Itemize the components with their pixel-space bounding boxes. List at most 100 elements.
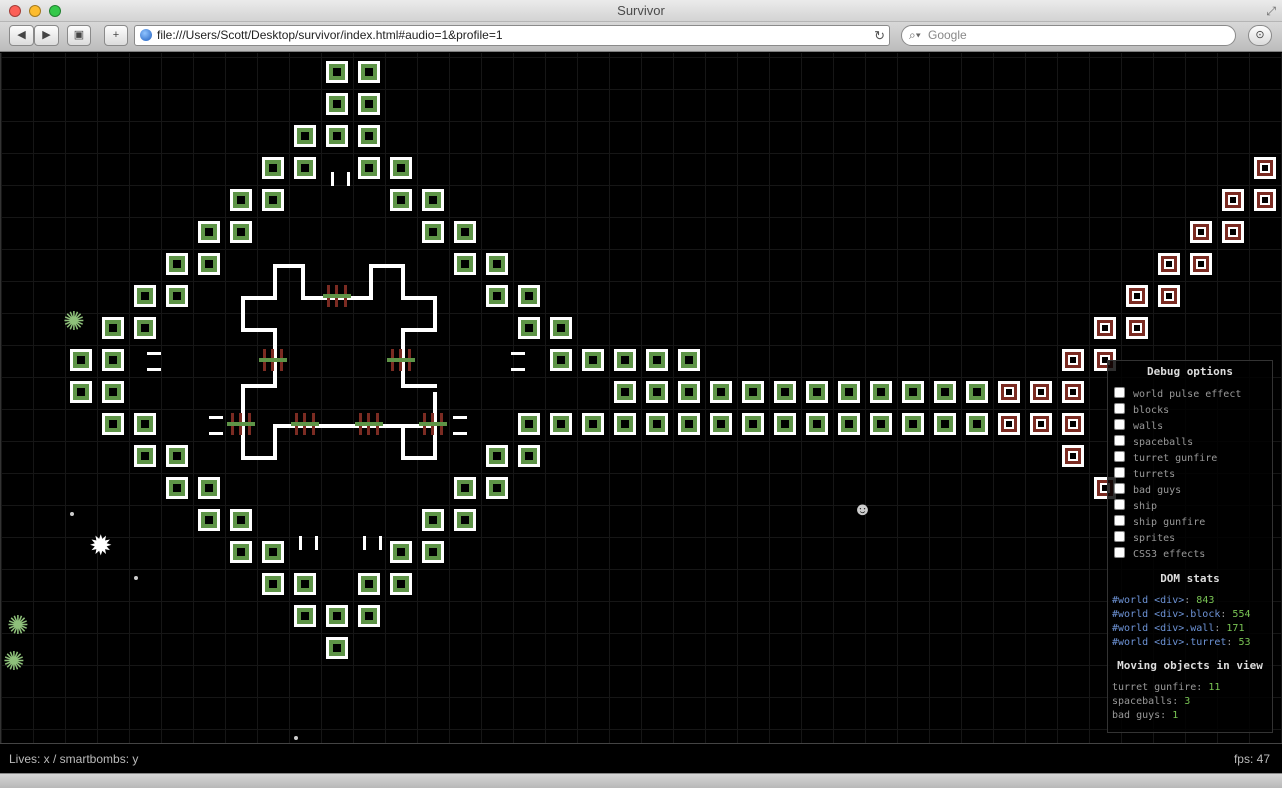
address-bar[interactable]: file:///Users/Scott/Desktop/survivor/ind… (134, 25, 890, 46)
dom-stat-row: #world <div>.block: 554 (1112, 609, 1251, 620)
checkbox[interactable] (1114, 387, 1125, 398)
checkbox[interactable] (1114, 403, 1125, 414)
debug-options-title: Debug options (1146, 365, 1234, 378)
red-block (1190, 221, 1212, 243)
red-block (998, 381, 1020, 403)
dom-stat-selector: #world <div>.turret (1112, 637, 1227, 648)
green-block (358, 61, 380, 83)
wall-segment (241, 384, 277, 388)
wall-segment (331, 172, 334, 186)
lives-text: Lives: x / smartbombs: y (9, 752, 139, 766)
green-block (102, 317, 124, 339)
green-block (678, 413, 700, 435)
wall-segment (147, 352, 161, 355)
green-block (614, 381, 636, 403)
dom-stat-row: #world <div>: 843 (1112, 595, 1215, 606)
checkbox[interactable] (1114, 435, 1125, 446)
wall-segment (401, 456, 437, 460)
checkbox[interactable] (1114, 467, 1125, 478)
green-block (358, 605, 380, 627)
fps-counter: fps: 47 (1233, 752, 1270, 766)
green-block (486, 445, 508, 467)
debug-option-label: world pulse effect (1133, 389, 1242, 400)
checkbox[interactable] (1114, 499, 1125, 510)
debug-option-blocks[interactable]: blocks (1114, 403, 1169, 417)
green-block (646, 381, 668, 403)
checkbox[interactable] (1114, 419, 1125, 430)
green-block (326, 637, 348, 659)
checkbox[interactable] (1114, 451, 1125, 462)
debug-option-ship[interactable]: ship (1114, 499, 1157, 513)
green-block (966, 413, 988, 435)
dom-stat-row: #world <div>.wall: 171 (1112, 623, 1245, 634)
game-world[interactable]: ✺ ✺ ✺ ✹ ☻ (0, 53, 1282, 743)
moving-object-row: spaceballs: 3 (1112, 696, 1190, 707)
back-button[interactable]: ◀ (9, 25, 34, 46)
debug-option-world-pulse-effect[interactable]: world pulse effect (1114, 387, 1241, 401)
wall-segment (433, 296, 437, 332)
green-block (646, 349, 668, 371)
green-block (454, 253, 476, 275)
search-field[interactable]: ⌕▾ Google (901, 25, 1236, 46)
green-block (838, 413, 860, 435)
green-block (902, 413, 924, 435)
forward-button[interactable]: ▶ (34, 25, 59, 46)
checkbox[interactable] (1114, 483, 1125, 494)
debug-option-label: blocks (1133, 405, 1170, 416)
green-block (390, 541, 412, 563)
bullet-dot (70, 512, 74, 516)
green-block (518, 413, 540, 435)
green-block (870, 413, 892, 435)
wall-segment (315, 536, 318, 550)
red-block (1158, 285, 1180, 307)
url-text: file:///Users/Scott/Desktop/survivor/ind… (157, 28, 503, 42)
dom-stat-value: 53 (1238, 637, 1251, 648)
globe-icon (140, 29, 152, 41)
dom-stat-value: 171 (1226, 623, 1245, 634)
debug-option-turrets[interactable]: turrets (1114, 467, 1175, 481)
dom-stats-title: DOM stats (1160, 572, 1220, 585)
wall-segment (209, 416, 223, 419)
turret-icon (419, 413, 447, 435)
reload-icon[interactable]: ↻ (874, 26, 885, 45)
red-block (1126, 285, 1148, 307)
new-tab-button[interactable]: + (104, 25, 128, 46)
green-block (358, 573, 380, 595)
moving-object-count: 11 (1208, 682, 1221, 693)
green-block (326, 125, 348, 147)
green-block (486, 253, 508, 275)
turret-icon (259, 349, 287, 371)
red-block (1158, 253, 1180, 275)
wall-segment (241, 296, 245, 332)
green-block (550, 349, 572, 371)
green-block (358, 125, 380, 147)
red-block (1062, 381, 1084, 403)
debug-option-css3-effects[interactable]: CSS3 effects (1114, 547, 1205, 561)
green-block (294, 573, 316, 595)
debug-option-ship-gunfire[interactable]: ship gunfire (1114, 515, 1205, 529)
debug-option-sprites[interactable]: sprites (1114, 531, 1175, 545)
debug-option-bad-guys[interactable]: bad guys (1114, 483, 1181, 497)
wall-segment (401, 328, 437, 332)
sidebar-button[interactable]: ▣ (67, 25, 91, 46)
wall-segment (273, 424, 277, 460)
debug-option-label: walls (1133, 421, 1164, 432)
green-block (646, 413, 668, 435)
green-block (102, 349, 124, 371)
green-block (134, 445, 156, 467)
green-block (422, 221, 444, 243)
fullscreen-icon[interactable]: ⤢ (1266, 4, 1276, 19)
checkbox[interactable] (1114, 531, 1125, 542)
debug-option-spaceballs[interactable]: spaceballs (1114, 435, 1193, 449)
moving-object-row: turret gunfire: 11 (1112, 682, 1220, 693)
download-button[interactable]: ⊙ (1248, 25, 1272, 46)
wall-segment (511, 352, 525, 355)
debug-option-walls[interactable]: walls (1114, 419, 1163, 433)
search-icon: ⌕▾ (909, 28, 921, 42)
checkbox[interactable] (1114, 515, 1125, 526)
red-block (1062, 445, 1084, 467)
debug-option-turret-gunfire[interactable]: turret gunfire (1114, 451, 1217, 465)
checkbox[interactable] (1114, 547, 1125, 558)
green-block (198, 253, 220, 275)
green-block (550, 317, 572, 339)
